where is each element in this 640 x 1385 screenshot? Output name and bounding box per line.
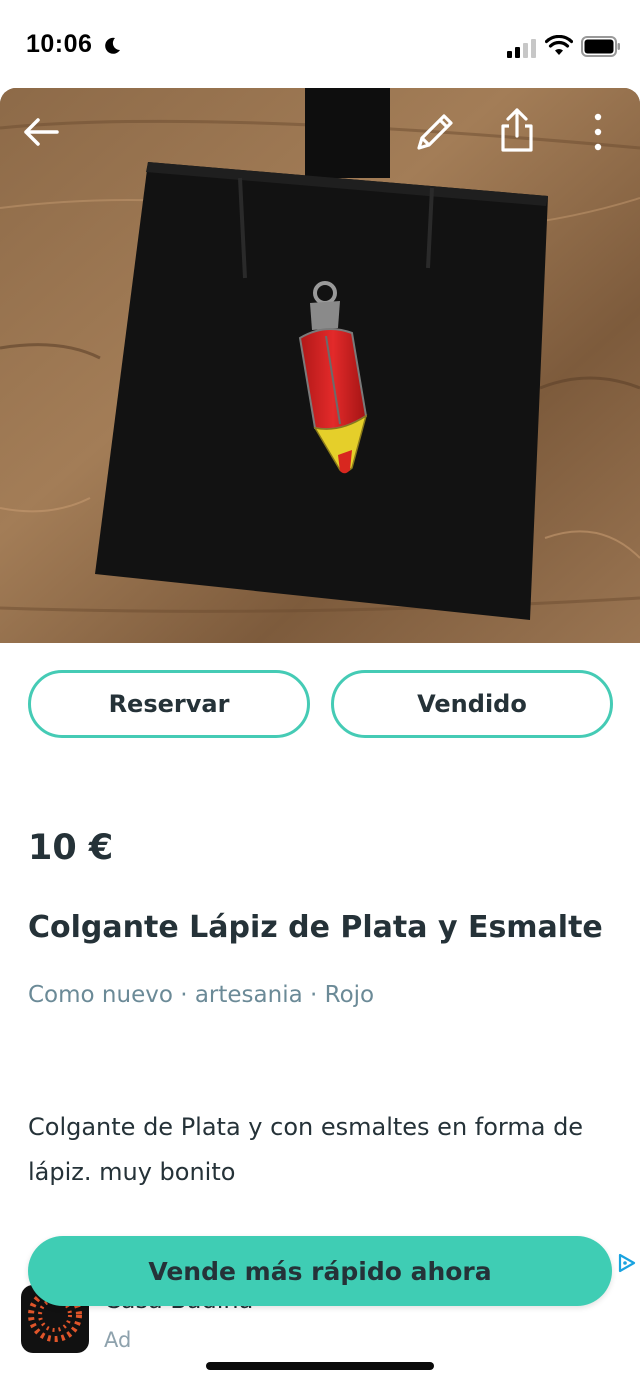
wifi-icon [545,35,573,55]
more-options-button[interactable] [574,108,622,156]
edit-pencil-icon [417,114,453,150]
more-vertical-icon [594,113,602,151]
ad-label: Ad [104,1328,132,1352]
moon-icon [105,37,120,54]
mark-sold-button[interactable]: Vendido [331,670,613,738]
product-image-gallery[interactable] [0,88,640,643]
home-indicator[interactable] [206,1362,434,1370]
status-time: 10:06 [26,30,93,58]
ad-choices-icon[interactable] [616,1252,638,1274]
cellular-signal-icon [507,39,536,58]
product-attributes: Como nuevo · artesania · Rojo [28,982,375,1008]
product-title: Colgante Lápiz de Plata y Esmalte [28,910,603,945]
product-description: Colgante de Plata y con esmaltes en form… [28,1113,584,1186]
back-button[interactable] [17,108,65,156]
product-photo [0,88,640,643]
reserve-button[interactable]: Reservar [28,670,310,738]
battery-icon [581,36,620,57]
share-button[interactable] [493,106,541,154]
share-icon [501,108,533,152]
status-bar: 10:06 [0,0,640,88]
back-arrow-icon [24,118,59,146]
sell-faster-button[interactable]: Vende más rápido ahora [28,1236,612,1306]
product-price: 10 € [28,828,114,868]
edit-button[interactable] [411,108,459,156]
